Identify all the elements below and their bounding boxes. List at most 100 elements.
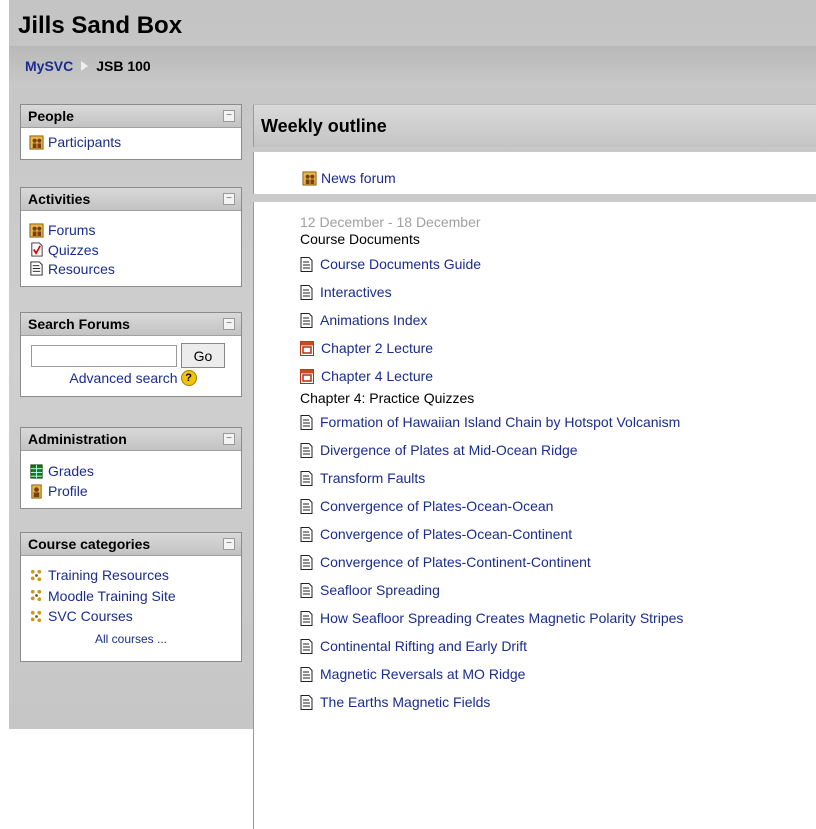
people-icon	[29, 134, 44, 150]
search-block-content: Go Advanced search ?	[21, 336, 241, 390]
activities-block: Activities − Forums Quizzes Resources	[20, 187, 242, 287]
resource-link[interactable]: Animations Index	[300, 306, 683, 334]
resource-label: Chapter 2 Lecture	[321, 340, 434, 356]
category-training-resources[interactable]: Training Resources	[27, 565, 235, 585]
resource-link[interactable]: Convergence of Plates-Ocean-Continent	[300, 520, 683, 548]
section-label-course-documents: Course Documents	[300, 231, 420, 247]
resources-link[interactable]: Resources	[27, 259, 235, 278]
resource-link[interactable]: Seafloor Spreading	[300, 576, 683, 604]
forums-label: Forums	[48, 222, 96, 238]
pdf-icon	[300, 368, 314, 384]
category-icon	[30, 589, 42, 602]
resource-link[interactable]: The Earths Magnetic Fields	[300, 688, 683, 716]
document-icon	[300, 312, 313, 328]
document-icon	[300, 284, 313, 300]
categories-block-header: Course categories −	[21, 533, 241, 556]
resource-label: Transform Faults	[320, 470, 426, 486]
quizzes-label: Quizzes	[48, 241, 99, 258]
resource-link[interactable]: Divergence of Plates at Mid-Ocean Ridge	[300, 436, 683, 464]
resource-label: Convergence of Plates-Ocean-Ocean	[320, 498, 554, 514]
document-icon	[300, 582, 313, 598]
collapse-icon[interactable]: −	[223, 538, 235, 550]
forum-icon	[29, 222, 44, 238]
resource-label: Course Documents Guide	[320, 256, 482, 272]
resource-label: The Earths Magnetic Fields	[320, 694, 491, 710]
document-icon	[300, 638, 313, 654]
grades-label: Grades	[48, 463, 94, 479]
document-icon	[300, 694, 313, 710]
resource-link[interactable]: Magnetic Reversals at MO Ridge	[300, 660, 683, 688]
administration-block-title: Administration	[28, 431, 127, 447]
forums-link[interactable]: Forums	[27, 220, 235, 240]
breadcrumb-current: JSB 100	[96, 58, 151, 74]
category-label: Moodle Training Site	[48, 587, 176, 604]
administration-block: Administration − Grades Profile	[20, 427, 242, 509]
week-section: 12 December - 18 December Course Documen…	[253, 202, 816, 829]
document-icon	[300, 666, 313, 682]
resource-link[interactable]: Transform Faults	[300, 464, 683, 492]
resource-link[interactable]: Formation of Hawaiian Island Chain by Ho…	[300, 408, 683, 436]
activities-block-title: Activities	[28, 191, 91, 207]
activities-block-content: Forums Quizzes Resources	[21, 211, 241, 282]
resource-link[interactable]: Chapter 4 Lecture	[300, 362, 683, 390]
participants-link[interactable]: Participants	[27, 132, 235, 152]
news-forum-link[interactable]: News forum	[300, 170, 396, 186]
document-icon	[300, 414, 313, 430]
activities-block-header: Activities −	[21, 188, 241, 211]
help-icon[interactable]: ?	[180, 370, 197, 386]
collapse-icon[interactable]: −	[223, 193, 235, 205]
advanced-search-link[interactable]: Advanced search	[69, 370, 177, 386]
quizzes-link[interactable]: Quizzes	[27, 240, 235, 259]
section-label-practice-quizzes: Chapter 4: Practice Quizzes	[300, 390, 475, 406]
profile-link[interactable]: Profile	[27, 481, 235, 501]
administration-block-header: Administration −	[21, 428, 241, 451]
page-background: Jills Sand Box MySVC JSB 100 People − Pa…	[9, 0, 816, 829]
category-svc-courses[interactable]: SVC Courses	[27, 606, 235, 626]
collapse-icon[interactable]: −	[223, 110, 235, 122]
resource-label: Animations Index	[320, 312, 428, 328]
category-icon	[30, 610, 42, 622]
search-forums-input[interactable]	[31, 344, 177, 367]
breadcrumb: MySVC JSB 100	[25, 58, 151, 74]
course-documents-list: Course Documents Guide Interactives Animat…	[300, 250, 683, 390]
profile-icon	[31, 483, 42, 499]
resource-link[interactable]: Interactives	[300, 278, 683, 306]
search-row: Go	[31, 343, 235, 368]
participants-label: Participants	[48, 134, 122, 150]
resource-label: Convergence of Plates-Continent-Continen…	[320, 554, 591, 570]
people-block: People − Participants	[20, 104, 242, 160]
category-icon	[30, 569, 42, 581]
weekly-outline-title: Weekly outline	[261, 116, 387, 136]
resource-link[interactable]: Convergence of Plates-Ocean-Ocean	[300, 492, 683, 520]
people-block-header: People −	[21, 105, 241, 128]
resource-label: Continental Rifting and Early Drift	[320, 638, 527, 654]
breadcrumb-home-link[interactable]: MySVC	[25, 58, 73, 74]
resource-link[interactable]: Chapter 2 Lecture	[300, 334, 683, 362]
resource-link[interactable]: Continental Rifting and Early Drift	[300, 632, 683, 660]
resources-label: Resources	[48, 260, 115, 277]
grades-link[interactable]: Grades	[27, 461, 235, 481]
resource-label: Formation of Hawaiian Island Chain by Ho…	[320, 414, 681, 430]
grades-icon	[30, 463, 43, 479]
page-header: Jills Sand Box MySVC JSB 100	[9, 0, 816, 90]
resource-label: Divergence of Plates at Mid-Ocean Ridge	[320, 442, 578, 458]
all-courses-link[interactable]: All courses ...	[27, 632, 235, 646]
go-button[interactable]: Go	[181, 343, 225, 368]
week-content: 12 December - 18 December Course Documen…	[300, 214, 683, 716]
advanced-search-row: Advanced search ?	[31, 370, 235, 386]
resource-label: Interactives	[320, 284, 392, 300]
general-section: News forum	[253, 152, 816, 194]
forum-icon	[302, 170, 317, 186]
resource-link[interactable]: Convergence of Plates-Continent-Continen…	[300, 548, 683, 576]
search-forums-block: Search Forums − Go Advanced search ?	[20, 312, 242, 397]
resource-link[interactable]: Course Documents Guide	[300, 250, 683, 278]
category-moodle-training-site[interactable]: Moodle Training Site	[27, 585, 235, 606]
resource-link[interactable]: How Seafloor Spreading Creates Magnetic …	[300, 604, 683, 632]
document-icon	[300, 610, 313, 626]
resource-label: Seafloor Spreading	[320, 582, 440, 598]
collapse-icon[interactable]: −	[223, 318, 235, 330]
document-icon	[300, 526, 313, 542]
collapse-icon[interactable]: −	[223, 433, 235, 445]
navbar: MySVC JSB 100	[9, 46, 816, 88]
pdf-icon	[300, 340, 314, 356]
